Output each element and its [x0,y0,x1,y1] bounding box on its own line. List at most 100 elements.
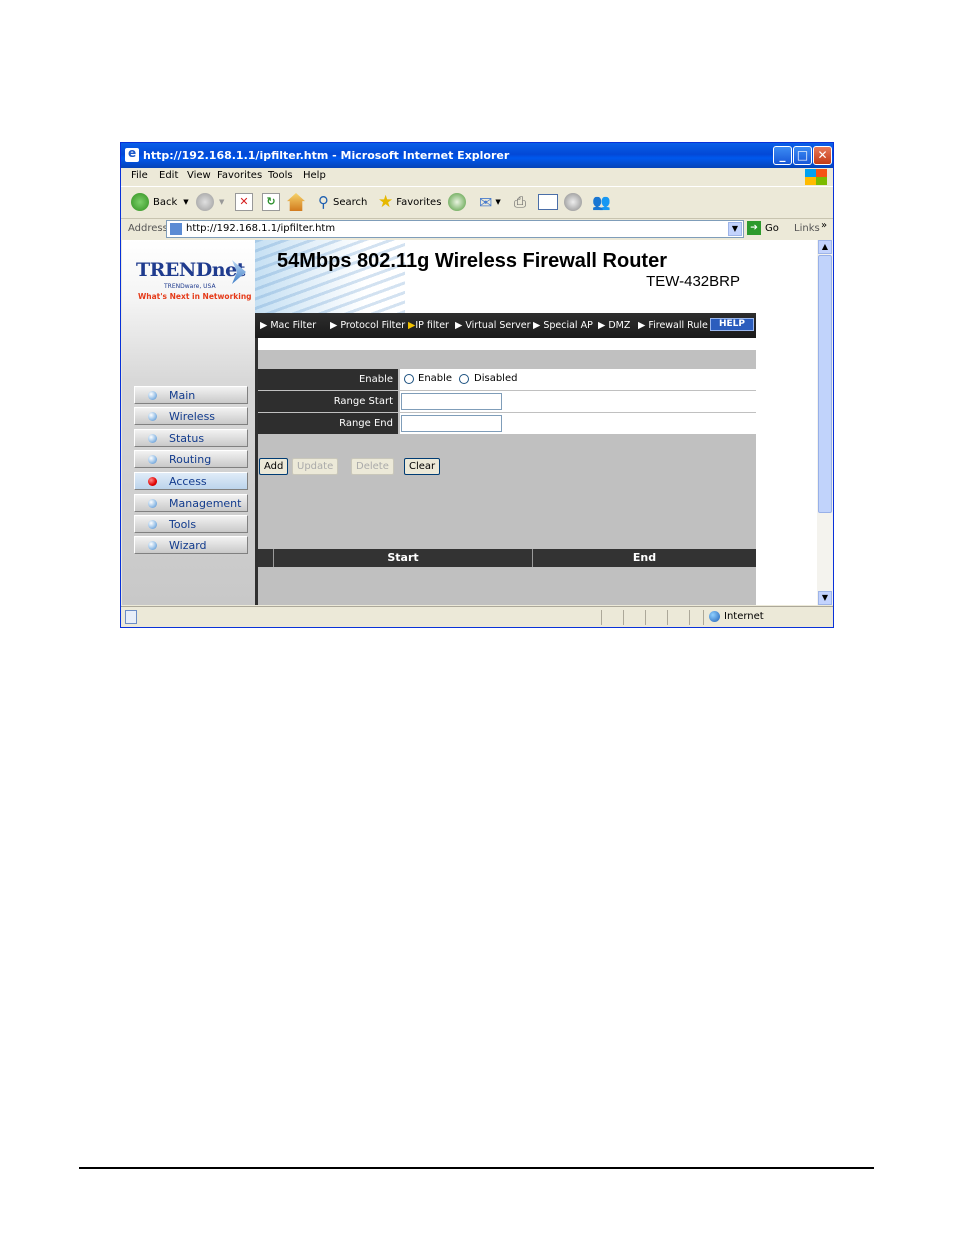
status-divider [689,610,690,625]
tab-firewall-rule[interactable]: ▶ Firewall Rule [638,320,708,331]
menu-file[interactable]: File [131,170,148,181]
edit-button[interactable] [538,191,558,213]
disabled-radio[interactable] [459,374,469,384]
address-bar: Address http://192.168.1.1/ipfilter.htm … [121,219,833,240]
tab-ip-filter[interactable]: ▶IP filter [408,320,449,331]
filter-list-header: Start End [258,549,756,567]
maximize-icon: □ [796,148,809,162]
tab-virtual-server[interactable]: ▶ Virtual Server [455,320,531,331]
minimize-icon: _ [779,148,786,162]
home-button[interactable] [287,191,305,213]
bullet-icon [148,541,157,550]
messenger-button[interactable]: 👥 [592,191,611,213]
home-icon [287,193,305,211]
tab-label: IP filter [415,320,449,331]
stop-button[interactable]: ✕ [235,191,253,213]
minimize-button[interactable]: _ [773,146,792,165]
go-button[interactable]: ➔ Go [747,221,779,235]
zone-label: Internet [724,611,764,622]
nav-wizard[interactable]: Wizard [134,536,248,554]
menu-favorites[interactable]: Favorites [217,170,262,181]
menu-view[interactable]: View [187,170,211,181]
range-start-row: Range Start [258,391,756,412]
close-button[interactable]: ✕ [813,146,832,165]
forward-button[interactable]: ▼ [196,191,224,213]
enable-radio[interactable] [404,374,414,384]
delete-button[interactable]: Delete [351,458,394,475]
address-label: Address [128,223,168,234]
main-form-area: Enable Enable Disabled Range Start Range… [255,338,756,605]
vertical-scrollbar[interactable]: ▲ ▼ [817,240,833,605]
discuss-button[interactable] [564,191,582,213]
tab-label: DMZ [608,320,631,331]
title-bar: http://192.168.1.1/ipfilter.htm - Micros… [121,143,833,168]
back-button[interactable]: Back ▼ [131,191,189,213]
mail-icon: ✉ [479,192,493,212]
history-button[interactable] [448,191,466,213]
nav-tools[interactable]: Tools [134,515,248,533]
nav-label: Status [169,432,205,445]
bullet-icon [148,434,157,443]
trendnet-logo: TRENDnet [136,259,245,281]
links-label[interactable]: Links [794,223,820,234]
maximize-button[interactable]: □ [793,146,812,165]
scroll-down-icon[interactable]: ▼ [818,591,832,605]
enable-label: Enable [258,369,398,390]
menu-edit[interactable]: Edit [159,170,178,181]
scroll-up-icon[interactable]: ▲ [818,240,832,254]
nav-label: Tools [169,518,197,531]
add-button[interactable]: Add [259,458,289,475]
mail-button[interactable]: ✉ ▼ [479,191,501,213]
range-start-label: Range Start [258,391,398,412]
nav-wireless[interactable]: Wireless [134,407,248,425]
go-label: Go [765,222,779,234]
bullet-icon [148,391,157,400]
menu-help[interactable]: Help [303,170,326,181]
address-input[interactable]: http://192.168.1.1/ipfilter.htm ▼ [166,220,744,238]
range-start-cell [400,391,756,412]
tab-label: Special AP [543,320,593,331]
tab-mac-filter[interactable]: ▶ Mac Filter [260,320,316,331]
nav-label: Routing [169,453,212,466]
search-icon: ⚲ [318,193,329,211]
tab-label: Virtual Server [465,320,531,331]
favorites-button[interactable]: ★ Favorites [378,191,441,213]
chevron-down-icon: ▼ [495,198,501,206]
menu-tools[interactable]: Tools [268,170,293,181]
range-end-input[interactable] [401,415,502,432]
enable-option-label: Enable [418,373,453,384]
nav-status[interactable]: Status [134,429,248,447]
help-button[interactable]: HELP [710,318,754,331]
status-divider [645,610,646,625]
page-content: TRENDnet TRENDware, USA What's Next in N… [122,240,817,605]
nav-main[interactable]: Main [134,386,248,404]
scroll-thumb[interactable] [818,255,832,513]
tab-dmz[interactable]: ▶ DMZ [598,320,630,331]
end-column-header: End [532,549,756,567]
nav-management[interactable]: Management [134,494,248,512]
tab-protocol-filter[interactable]: ▶ Protocol Filter [330,320,405,331]
enable-row: Enable Enable Disabled [258,369,756,390]
clear-button[interactable]: Clear [404,458,441,475]
range-end-row: Range End [258,413,756,434]
search-button[interactable]: ⚲ Search [318,191,367,213]
nav-label: Wireless [169,410,216,423]
chevron-down-icon[interactable]: ▼ [728,222,742,236]
search-label: Search [333,196,368,208]
messenger-icon: 👥 [592,193,611,211]
update-button[interactable]: Update [292,458,339,475]
chevron-down-icon: ▼ [183,198,189,206]
forward-arrow-icon [196,193,214,211]
refresh-button[interactable]: ↻ [262,191,280,213]
banner-title: 54Mbps 802.11g Wireless Firewall Router [277,250,667,272]
nav-access[interactable]: Access [134,472,248,490]
top-strip [258,338,756,350]
print-button[interactable]: ⎙ [514,191,526,213]
tab-special-ap[interactable]: ▶ Special AP [533,320,593,331]
chevron-right-icon[interactable]: » [821,220,827,231]
range-start-input[interactable] [401,393,502,410]
bullet-icon [148,455,157,464]
nav-routing[interactable]: Routing [134,450,248,468]
banner: 54Mbps 802.11g Wireless Firewall Router … [255,240,756,314]
chevron-down-icon: ▼ [219,198,225,206]
